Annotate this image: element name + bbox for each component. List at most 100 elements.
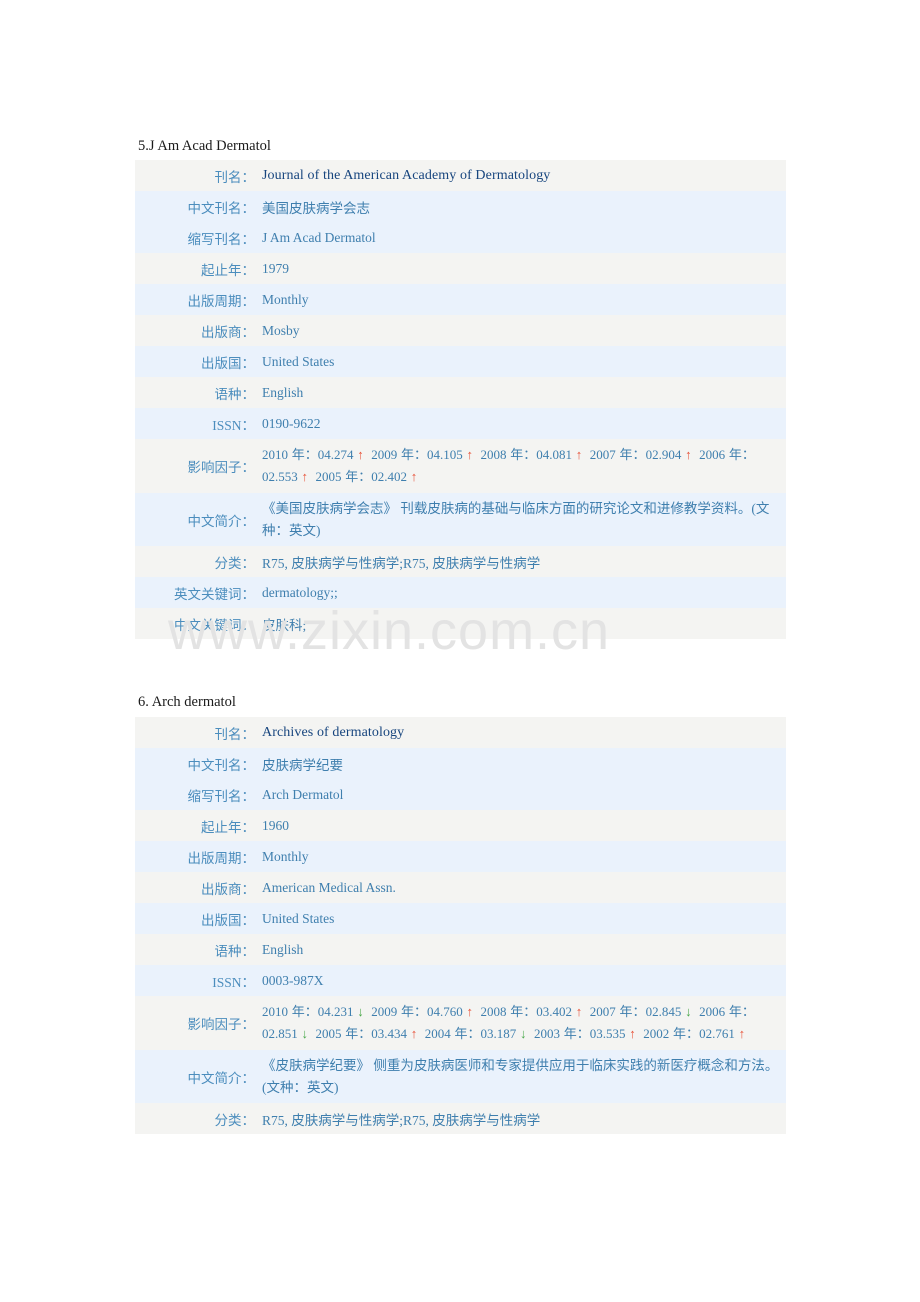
- impact-factor-year: 2002 年：: [643, 1025, 700, 1041]
- impact-factor-list: 2010 年：04.274 ↑ 2009 年：04.105 ↑ 2008 年：0…: [262, 447, 755, 484]
- arrow-up-icon: ↑: [681, 447, 692, 462]
- field-label: 中文简介：: [187, 1070, 256, 1086]
- impact-factor-value: 2010 年：04.231 ↓ 2009 年：04.760 ↑ 2008 年：0…: [262, 996, 786, 1050]
- impact-factor-year: 2006 年：: [699, 447, 755, 462]
- years-value: 1960: [262, 817, 289, 833]
- table-row: 影响因子： 2010 年：04.274 ↑ 2009 年：04.105 ↑ 20…: [135, 439, 786, 493]
- field-label: 中文关键词：: [174, 617, 255, 633]
- table-row: 出版周期： Monthly: [135, 284, 786, 315]
- field-label: 出版国：: [201, 355, 255, 371]
- years-value: 1979: [262, 260, 289, 276]
- impact-factor-score: 02.553: [262, 468, 298, 484]
- field-label: 分类：: [214, 555, 256, 571]
- impact-factor-score: 03.434: [371, 1025, 408, 1041]
- impact-factor-year: 2009 年：: [371, 447, 428, 462]
- table-row: 中文关键词： 皮肤科;: [135, 608, 786, 640]
- issn-value: 0190-9622: [262, 415, 321, 431]
- journal-title-value: Archives of dermatology: [262, 717, 786, 748]
- field-label: 中文刊名：: [187, 757, 256, 773]
- arrow-up-icon: ↑: [353, 447, 364, 462]
- publisher-value: American Medical Assn.: [262, 879, 396, 895]
- section-heading-2: 6. Arch dermatol: [138, 694, 236, 710]
- arrow-up-icon: ↑: [462, 1004, 474, 1019]
- english-keywords-value: dermatology;;: [262, 584, 338, 600]
- field-label: 出版国：: [201, 912, 255, 928]
- impact-factor-score: 04.081: [536, 447, 573, 462]
- journal-title-link[interactable]: Archives of dermatology: [262, 725, 404, 740]
- impact-factor-score: 03.402: [536, 1004, 573, 1019]
- language-value: English: [262, 384, 304, 400]
- impact-factor-year: 2004 年：: [424, 1025, 481, 1041]
- arrow-up-icon: ↑: [297, 468, 309, 484]
- impact-factor-list: 2010 年：04.231 ↓ 2009 年：04.760 ↑ 2008 年：0…: [262, 1004, 755, 1041]
- table-row: 语种： English: [135, 377, 786, 408]
- impact-factor-year: 2009 年：: [371, 1004, 428, 1019]
- field-label: 出版周期：: [187, 850, 256, 866]
- field-label: 英文关键词：: [174, 586, 255, 602]
- impact-factor-year: 2005 年：: [315, 468, 372, 484]
- field-label: 刊名：: [214, 726, 256, 742]
- abbr-title-value: Arch Dermatol: [262, 786, 344, 802]
- table-row: 起止年： 1979: [135, 253, 786, 284]
- arrow-up-icon: ↑: [734, 1025, 746, 1041]
- table-row: 影响因子： 2010 年：04.231 ↓ 2009 年：04.760 ↑ 20…: [135, 996, 786, 1050]
- field-label: 出版商：: [201, 324, 255, 340]
- table-row: 中文简介： 《皮肤病学纪要》 侧重为皮肤病医师和专家提供应用于临床实践的新医疗概…: [135, 1049, 786, 1104]
- field-label: 刊名：: [214, 169, 256, 185]
- table-row: 英文关键词： dermatology;;: [135, 577, 786, 609]
- table-row: 中文刊名： 皮肤病学纪要: [135, 748, 786, 779]
- arrow-up-icon: ↑: [407, 468, 418, 484]
- cn-title-value: 皮肤病学纪要: [262, 757, 343, 773]
- publisher-value: Mosby: [262, 322, 300, 338]
- classification-value: R75, 皮肤病学与性病学;R75, 皮肤病学与性病学: [262, 1112, 541, 1128]
- journal-title-value: Journal of the American Academy of Derma…: [262, 160, 786, 191]
- section-heading-1: 5.J Am Acad Dermatol: [138, 138, 271, 154]
- impact-factor-score: 02.761: [699, 1025, 735, 1041]
- impact-factor-score: 02.904: [645, 447, 682, 462]
- field-label: 起止年：: [201, 262, 255, 278]
- description-value: 《皮肤病学纪要》 侧重为皮肤病医师和专家提供应用于临床实践的新医疗概念和方法。(…: [262, 1050, 786, 1104]
- journal-title-link[interactable]: Journal of the American Academy of Derma…: [262, 168, 550, 183]
- table-row: 刊名： Archives of dermatology: [135, 717, 786, 748]
- table-row: 刊名： Journal of the American Academy of D…: [135, 160, 786, 191]
- table-row: 分类： R75, 皮肤病学与性病学;R75, 皮肤病学与性病学: [135, 546, 786, 578]
- table-row: 出版国： United States: [135, 903, 786, 934]
- impact-factor-year: 2008 年：: [480, 1004, 537, 1019]
- table-row: 分类： R75, 皮肤病学与性病学;R75, 皮肤病学与性病学: [135, 1103, 786, 1135]
- frequency-value: Monthly: [262, 848, 309, 864]
- language-value: English: [262, 941, 304, 957]
- impact-factor-score: 03.187: [480, 1025, 517, 1041]
- impact-factor-score: 04.105: [427, 447, 463, 462]
- impact-factor-year: 2003 年：: [534, 1025, 590, 1041]
- impact-factor-year: 2006 年：: [699, 1004, 755, 1019]
- table-row: 出版商： American Medical Assn.: [135, 872, 786, 903]
- classification-value: R75, 皮肤病学与性病学;R75, 皮肤病学与性病学: [262, 555, 541, 571]
- arrow-up-icon: ↑: [407, 1025, 418, 1041]
- field-label: 中文刊名：: [187, 200, 256, 216]
- field-label: 语种：: [214, 386, 256, 402]
- field-label: ISSN：: [212, 974, 255, 990]
- impact-factor-score: 04.274: [317, 447, 354, 462]
- field-label: 缩写刊名：: [187, 231, 256, 247]
- chinese-keywords-value: 皮肤科;: [262, 617, 307, 633]
- table-row: 起止年： 1960: [135, 810, 786, 841]
- frequency-value: Monthly: [262, 291, 309, 307]
- impact-factor-value: 2010 年：04.274 ↑ 2009 年：04.105 ↑ 2008 年：0…: [262, 439, 786, 493]
- field-label: 出版商：: [201, 881, 255, 897]
- impact-factor-score: 04.760: [427, 1004, 463, 1019]
- impact-factor-score: 02.851: [262, 1025, 298, 1041]
- field-label: 起止年：: [201, 819, 255, 835]
- impact-factor-year: 2007 年：: [589, 1004, 646, 1019]
- arrow-up-icon: ↑: [625, 1025, 636, 1041]
- impact-factor-score: 03.535: [589, 1025, 626, 1041]
- impact-factor-year: 2008 年：: [480, 447, 537, 462]
- arrow-up-icon: ↑: [572, 1004, 583, 1019]
- impact-factor-score: 02.402: [371, 468, 408, 484]
- issn-value: 0003-987X: [262, 972, 324, 988]
- table-row: ISSN： 0003-987X: [135, 965, 786, 996]
- field-label: 语种：: [214, 943, 256, 959]
- table-row: 出版国： United States: [135, 346, 786, 377]
- country-value: United States: [262, 910, 335, 926]
- field-label: 分类：: [214, 1112, 256, 1128]
- field-label: 出版周期：: [187, 293, 256, 309]
